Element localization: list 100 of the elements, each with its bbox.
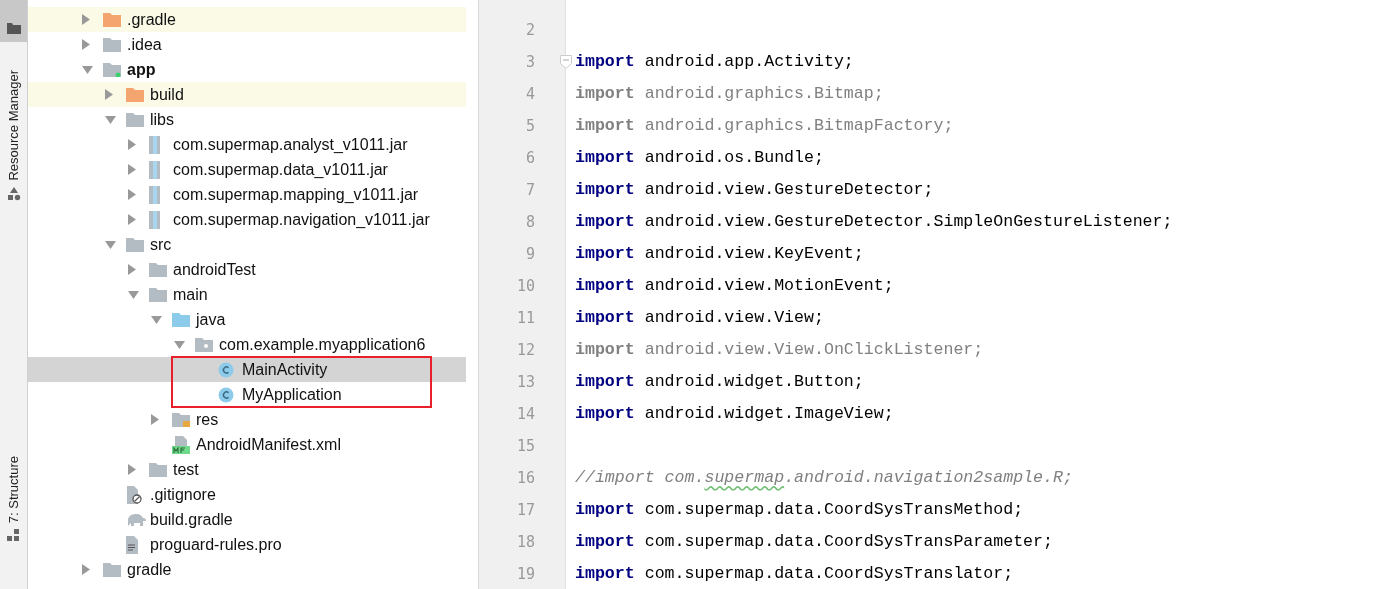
code-line: import com.supermap.data.CoordSysTranslator;	[575, 563, 1014, 583]
folder-icon	[126, 237, 144, 252]
tree-item[interactable]: build.gradle	[28, 507, 466, 532]
folder-icon	[103, 562, 121, 577]
line-number: 6	[524, 148, 536, 169]
folder-icon	[126, 87, 144, 102]
line-number: 9	[524, 244, 536, 265]
line-number: 14	[515, 404, 536, 425]
folder-icon	[126, 112, 144, 127]
tree-item[interactable]: proguard-rules.pro	[28, 532, 466, 557]
archive-icon	[149, 135, 160, 154]
structure-icon	[6, 529, 21, 541]
tree-item[interactable]: AndroidManifest.xml	[28, 432, 466, 457]
line-number: 3	[524, 52, 536, 73]
collapsed-arrow-icon[interactable]	[128, 139, 136, 150]
tree-item[interactable]: res	[28, 407, 466, 432]
code-line: import com.supermap.data.CoordSysTransParameter;	[575, 531, 1053, 551]
tree-item[interactable]: androidTest	[28, 257, 466, 282]
tree-item[interactable]: com.supermap.analyst_v1011.jar	[28, 132, 466, 157]
line-number: 11	[515, 308, 536, 329]
tree-item[interactable]: main	[28, 282, 466, 307]
shapes-icon	[6, 186, 21, 201]
code-line: import android.os.Bundle;	[575, 147, 824, 167]
folder-icon	[172, 312, 190, 327]
code-line: import android.view.KeyEvent;	[575, 243, 864, 263]
manifest-file-icon	[172, 435, 190, 454]
tool-window-tab[interactable]	[0, 0, 27, 42]
tree-item[interactable]: build	[28, 82, 466, 107]
line-number: 17	[515, 500, 536, 521]
code-line: import android.view.MotionEvent;	[575, 275, 894, 295]
tool-window-tab[interactable]: 7: Structure	[0, 451, 27, 549]
folder-icon	[149, 262, 167, 277]
expanded-arrow-icon[interactable]	[105, 115, 116, 124]
archive-icon	[149, 160, 160, 179]
tree-item[interactable]: com.supermap.mapping_v1011.jar	[28, 182, 466, 207]
tree-item[interactable]: test	[28, 457, 466, 482]
tree-item[interactable]: .gradle	[28, 7, 466, 32]
tree-item[interactable]: libs	[28, 107, 466, 132]
collapsed-arrow-icon[interactable]	[151, 414, 159, 425]
archive-icon	[149, 210, 160, 229]
code-line: import android.view.View;	[575, 307, 824, 327]
code-line: import android.app.Activity;	[575, 51, 854, 71]
line-number: 16	[515, 468, 536, 489]
line-number: 19	[515, 564, 536, 585]
tree-item[interactable]: com.example.myapplication6	[28, 332, 466, 357]
tree-item[interactable]: com.supermap.data_v1011.jar	[28, 157, 466, 182]
tree-item[interactable]: src	[28, 232, 466, 257]
expanded-arrow-icon[interactable]	[128, 290, 139, 299]
code-line: import android.widget.ImageView;	[575, 403, 894, 423]
collapsed-arrow-icon[interactable]	[82, 14, 90, 25]
line-number: 7	[524, 180, 536, 201]
expanded-arrow-icon[interactable]	[105, 240, 116, 249]
line-number: 8	[524, 212, 536, 233]
collapsed-arrow-icon[interactable]	[128, 464, 136, 475]
tree-item[interactable]: .idea	[28, 32, 466, 57]
collapsed-arrow-icon[interactable]	[82, 564, 90, 575]
line-number: 4	[524, 84, 536, 105]
class-icon	[218, 386, 234, 403]
line-number: 15	[515, 436, 536, 457]
line-number: 2	[524, 20, 536, 41]
tree-item[interactable]: app	[28, 57, 466, 82]
expanded-arrow-icon[interactable]	[151, 315, 162, 324]
folder-icon	[103, 37, 121, 52]
tree-item[interactable]: com.supermap.navigation_v1011.jar	[28, 207, 466, 232]
tree-item[interactable]: gradle	[28, 557, 466, 582]
folder-icon	[103, 12, 121, 27]
line-number: 10	[515, 276, 536, 297]
tool-window-tab[interactable]: Resource Manager	[0, 66, 27, 209]
fold-marker-icon[interactable]	[560, 55, 572, 69]
tree-item[interactable]: MyApplication	[28, 382, 466, 407]
collapsed-arrow-icon[interactable]	[82, 39, 90, 50]
folder-icon	[149, 287, 167, 302]
line-number: 12	[515, 340, 536, 361]
line-number: 18	[515, 532, 536, 553]
tree-item[interactable]: .gitignore	[28, 482, 466, 507]
folder-icon	[6, 22, 21, 34]
collapsed-arrow-icon[interactable]	[128, 264, 136, 275]
collapsed-arrow-icon[interactable]	[128, 214, 136, 225]
code-line: import com.supermap.data.CoordSysTransMethod;	[575, 499, 1024, 519]
collapsed-arrow-icon[interactable]	[128, 164, 136, 175]
folder-icon	[172, 412, 190, 427]
code-line: import android.view.GestureDetector.SimpleOnGestureListener;	[575, 211, 1173, 231]
code-line: import android.graphics.Bitmap;	[575, 84, 884, 103]
elephant-icon	[126, 512, 146, 527]
text-file-icon	[126, 535, 138, 554]
code-line: import android.view.View.OnClickListener;	[575, 340, 984, 359]
code-comment: //import com.supermap.android.navigation2sample.R;	[575, 468, 1073, 487]
code-line: import android.view.GestureDetector;	[575, 179, 934, 199]
collapsed-arrow-icon[interactable]	[105, 89, 113, 100]
expanded-arrow-icon[interactable]	[82, 65, 93, 74]
folder-icon	[149, 462, 167, 477]
expanded-arrow-icon[interactable]	[174, 340, 185, 349]
class-icon	[218, 361, 234, 378]
code-line: import android.widget.Button;	[575, 371, 864, 391]
folder-icon	[195, 337, 213, 352]
tree-item[interactable]: MainActivity	[28, 357, 466, 382]
collapsed-arrow-icon[interactable]	[128, 189, 136, 200]
folder-icon	[103, 62, 121, 77]
tree-item[interactable]: java	[28, 307, 466, 332]
line-number: 5	[524, 116, 536, 137]
